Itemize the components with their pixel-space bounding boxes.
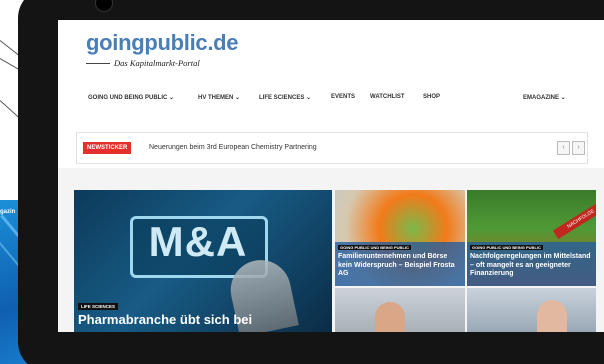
nav-item-hv-themen[interactable]: HV THEMEN ⌄ xyxy=(198,94,240,101)
scene: gazin goingpublic.de Das Kapitalmarkt-Po… xyxy=(0,0,604,364)
nav-item-shop[interactable]: SHOP xyxy=(423,94,440,100)
article-tile[interactable] xyxy=(467,288,596,332)
nav-item-watchlist[interactable]: WATCHLIST xyxy=(370,94,405,100)
camera-dot xyxy=(95,0,113,12)
newsticker-headline[interactable]: Neuerungen beim 3rd European Chemistry P… xyxy=(149,142,317,154)
newsticker-badge: NEWSTICKER xyxy=(83,142,132,154)
tablet-screen: goingpublic.de Das Kapitalmarkt-Portal G… xyxy=(58,20,604,332)
tile-title[interactable]: Familienunternehmen und Börse kein Wider… xyxy=(338,253,462,279)
tablet-frame: goingpublic.de Das Kapitalmarkt-Portal G… xyxy=(18,0,604,364)
tile-category-badge: GOING PUBLIC UND BEING PUBLIC xyxy=(470,245,543,250)
article-tile[interactable]: NACHFOLGE GOING PUBLIC UND BEING PUBLIC … xyxy=(467,190,596,286)
hero-title[interactable]: Pharmabranche übt sich bei xyxy=(78,312,252,327)
nav-item-emagazine[interactable]: EMAGAZINE ⌄ xyxy=(523,94,566,101)
ticker-next-button[interactable]: › xyxy=(572,141,585,155)
tile-image-ribbon: NACHFOLGE xyxy=(552,198,596,240)
tile-category-badge: GOING PUBLIC UND BEING PUBLIC xyxy=(338,245,411,250)
newsticker: NEWSTICKER Neuerungen beim 3rd European … xyxy=(76,132,588,164)
tile-image-person xyxy=(375,302,405,332)
nav-item-life-sciences[interactable]: LIFE SCIENCES ⌄ xyxy=(259,94,311,101)
hero-category-badge: LIFE SCIENCES xyxy=(78,303,119,310)
article-tile[interactable] xyxy=(335,288,465,332)
hero-image-text: M&A xyxy=(148,218,248,265)
ticker-prev-button[interactable]: ‹ xyxy=(557,141,570,155)
tile-image-person xyxy=(537,300,567,332)
site-header: goingpublic.de Das Kapitalmarkt-Portal G… xyxy=(58,20,604,168)
site-tagline: Das Kapitalmarkt-Portal xyxy=(114,58,200,68)
article-tile[interactable]: GOING PUBLIC UND BEING PUBLIC Familienun… xyxy=(335,190,465,286)
decorative-panel-text: gazin xyxy=(0,209,16,215)
logo-rule xyxy=(86,63,110,64)
nav-item-events[interactable]: EVENTS xyxy=(331,94,355,100)
featured-grid: M&A LIFE SCIENCES Pharmabranche übt sich… xyxy=(74,190,604,332)
nav-item-going-public[interactable]: GOING UND BEING PUBLIC ⌄ xyxy=(88,94,174,101)
tile-title[interactable]: Nachfolgeregelungen im Mittelstand – oft… xyxy=(470,253,594,279)
hero-article[interactable]: M&A LIFE SCIENCES Pharmabranche übt sich… xyxy=(74,190,332,332)
site-logo[interactable]: goingpublic.de xyxy=(86,30,239,56)
